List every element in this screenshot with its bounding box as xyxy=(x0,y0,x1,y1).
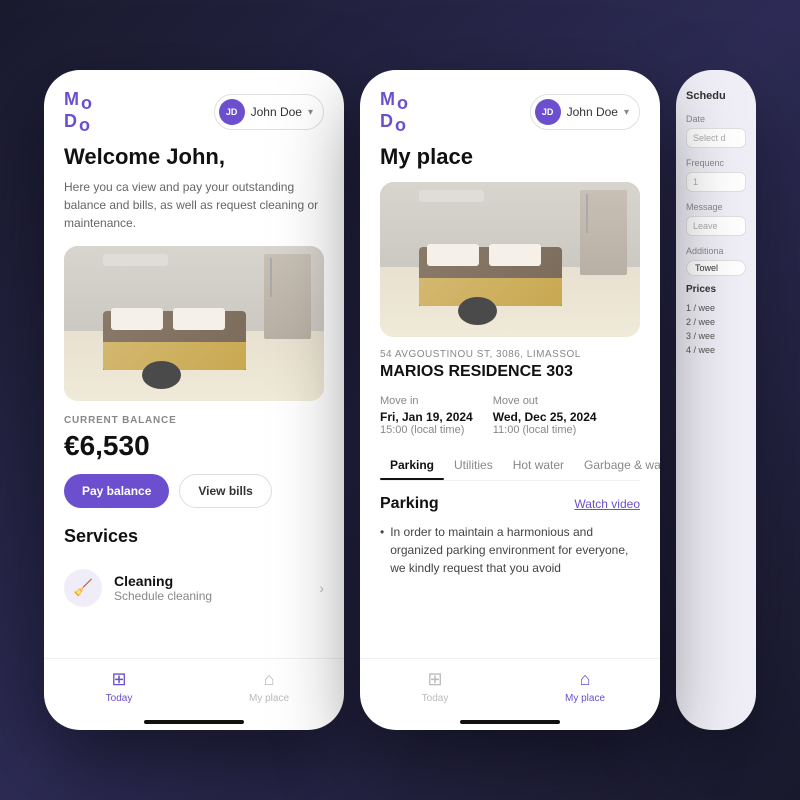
logo-o3: o xyxy=(397,94,408,112)
balance-amount: €6,530 xyxy=(64,430,324,462)
tab-parking[interactable]: Parking xyxy=(380,452,444,480)
move-in-col: Move in Fri, Jan 19, 2024 15:00 (local t… xyxy=(380,395,473,436)
my-place-title: My place xyxy=(380,144,640,170)
move-out-time: 11:00 (local time) xyxy=(493,424,597,436)
nav-myplace-2[interactable]: ⌂ My place xyxy=(510,669,660,704)
nav-today-1[interactable]: ⊞ Today xyxy=(44,669,194,704)
app-header-1: M o D o JD John Doe ▾ xyxy=(44,70,344,144)
cleaning-service-item[interactable]: 🧹 Cleaning Schedule cleaning › xyxy=(64,559,324,617)
parking-header: Parking Watch video xyxy=(380,495,640,513)
chevron-down-icon-2: ▾ xyxy=(624,107,629,118)
tabs-row: Parking Utilities Hot water Garbage & wa… xyxy=(380,452,640,481)
message-value: Leave xyxy=(686,216,746,236)
pay-balance-button[interactable]: Pay balance xyxy=(64,474,169,508)
myplace-icon: ⌂ xyxy=(264,669,275,690)
logo-d2: D xyxy=(380,112,393,134)
schedule-title: Schedu xyxy=(686,90,746,102)
place-address: 54 AVGOUSTINOU ST, 3086, LIMASSOL xyxy=(380,349,640,360)
message-label: Message xyxy=(686,202,746,212)
place-name: MARIOS RESIDENCE 303 xyxy=(380,363,640,381)
today-icon-2: ⊞ xyxy=(427,669,442,690)
user-avatar-2: JD xyxy=(535,99,561,125)
welcome-title: Welcome John, xyxy=(64,144,324,170)
welcome-desc: Here you ca view and pay your outstandin… xyxy=(64,178,324,232)
watch-video-link[interactable]: Watch video xyxy=(574,497,640,511)
service-info: Cleaning Schedule cleaning xyxy=(114,573,307,603)
bottom-nav-2: ⊞ Today ⌂ My place xyxy=(360,658,660,720)
tab-utilities[interactable]: Utilities xyxy=(444,452,503,480)
services-title: Services xyxy=(64,526,324,547)
phone-2: M o D o JD John Doe ▾ My place xyxy=(360,70,660,730)
date-label: Date xyxy=(686,114,746,124)
nav-today-label-2: Today xyxy=(422,693,449,704)
logo-m2: M xyxy=(380,90,395,112)
tab-garbage[interactable]: Garbage & wast xyxy=(574,452,660,480)
myplace-icon-2: ⌂ xyxy=(580,669,591,690)
user-name-2: John Doe xyxy=(567,105,618,119)
cleaning-icon: 🧹 xyxy=(64,569,102,607)
user-pill-2[interactable]: JD John Doe ▾ xyxy=(530,94,640,130)
prices-title: Prices xyxy=(686,284,746,295)
balance-label: CURRENT BALANCE xyxy=(64,415,324,426)
nav-myplace-label-2: My place xyxy=(565,693,605,704)
nav-today-label-1: Today xyxy=(106,693,133,704)
phone-1: M o D o JD John Doe ▾ Welcome John, Here… xyxy=(44,70,344,730)
move-out-label: Move out xyxy=(493,395,597,407)
app-header-2: M o D o JD John Doe ▾ xyxy=(360,70,660,144)
move-in-date: Fri, Jan 19, 2024 xyxy=(380,410,473,424)
arrow-icon: › xyxy=(319,580,324,596)
towel-tag[interactable]: Towel xyxy=(686,260,746,276)
parking-description: • In order to maintain a harmonious and … xyxy=(380,523,640,577)
move-in-label: Move in xyxy=(380,395,473,407)
nav-indicator-1 xyxy=(144,720,244,724)
today-icon: ⊞ xyxy=(111,669,126,690)
nav-today-2[interactable]: ⊞ Today xyxy=(360,669,510,704)
service-sub: Schedule cleaning xyxy=(114,589,307,603)
price-item-2: 2 / wee xyxy=(686,317,746,327)
nav-myplace-label-1: My place xyxy=(249,693,289,704)
user-name-1: John Doe xyxy=(251,105,302,119)
price-item-3: 3 / wee xyxy=(686,331,746,341)
logo-o2: o xyxy=(79,116,90,134)
logo-m: M xyxy=(64,90,79,112)
price-item-4: 4 / wee xyxy=(686,345,746,355)
nav-myplace-1[interactable]: ⌂ My place xyxy=(194,669,344,704)
view-bills-button[interactable]: View bills xyxy=(179,474,271,508)
logo-1: M o D o xyxy=(64,90,92,134)
logo-d: D xyxy=(64,112,77,134)
dates-row: Move in Fri, Jan 19, 2024 15:00 (local t… xyxy=(380,395,640,436)
nav-indicator-2 xyxy=(460,720,560,724)
user-avatar-1: JD xyxy=(219,99,245,125)
move-out-col: Move out Wed, Dec 25, 2024 11:00 (local … xyxy=(493,395,597,436)
parking-title: Parking xyxy=(380,495,439,513)
phone1-content: Welcome John, Here you ca view and pay y… xyxy=(44,144,344,658)
frequency-label: Frequenc xyxy=(686,158,746,168)
service-name: Cleaning xyxy=(114,573,307,589)
room-image-2 xyxy=(380,182,640,337)
date-value: Select d xyxy=(686,128,746,148)
logo-o4: o xyxy=(395,116,406,134)
price-item-1: 1 / wee xyxy=(686,303,746,313)
tab-hot-water[interactable]: Hot water xyxy=(503,452,574,480)
bottom-nav-1: ⊞ Today ⌂ My place xyxy=(44,658,344,720)
move-out-date: Wed, Dec 25, 2024 xyxy=(493,410,597,424)
chevron-down-icon-1: ▾ xyxy=(308,107,313,118)
room-image-1 xyxy=(64,246,324,401)
additional-label: Additiona xyxy=(686,246,746,256)
logo-o1: o xyxy=(81,94,92,112)
move-in-time: 15:00 (local time) xyxy=(380,424,473,436)
logo-2: M o D o xyxy=(380,90,408,134)
phone2-content: My place 54 AVGOUSTINOU ST, 3086, LIMASS… xyxy=(360,144,660,658)
frequency-value: 1 xyxy=(686,172,746,192)
user-pill-1[interactable]: JD John Doe ▾ xyxy=(214,94,324,130)
action-buttons: Pay balance View bills xyxy=(64,474,324,508)
phone-3-partial: Schedu Date Select d Frequenc 1 Message … xyxy=(676,70,756,730)
